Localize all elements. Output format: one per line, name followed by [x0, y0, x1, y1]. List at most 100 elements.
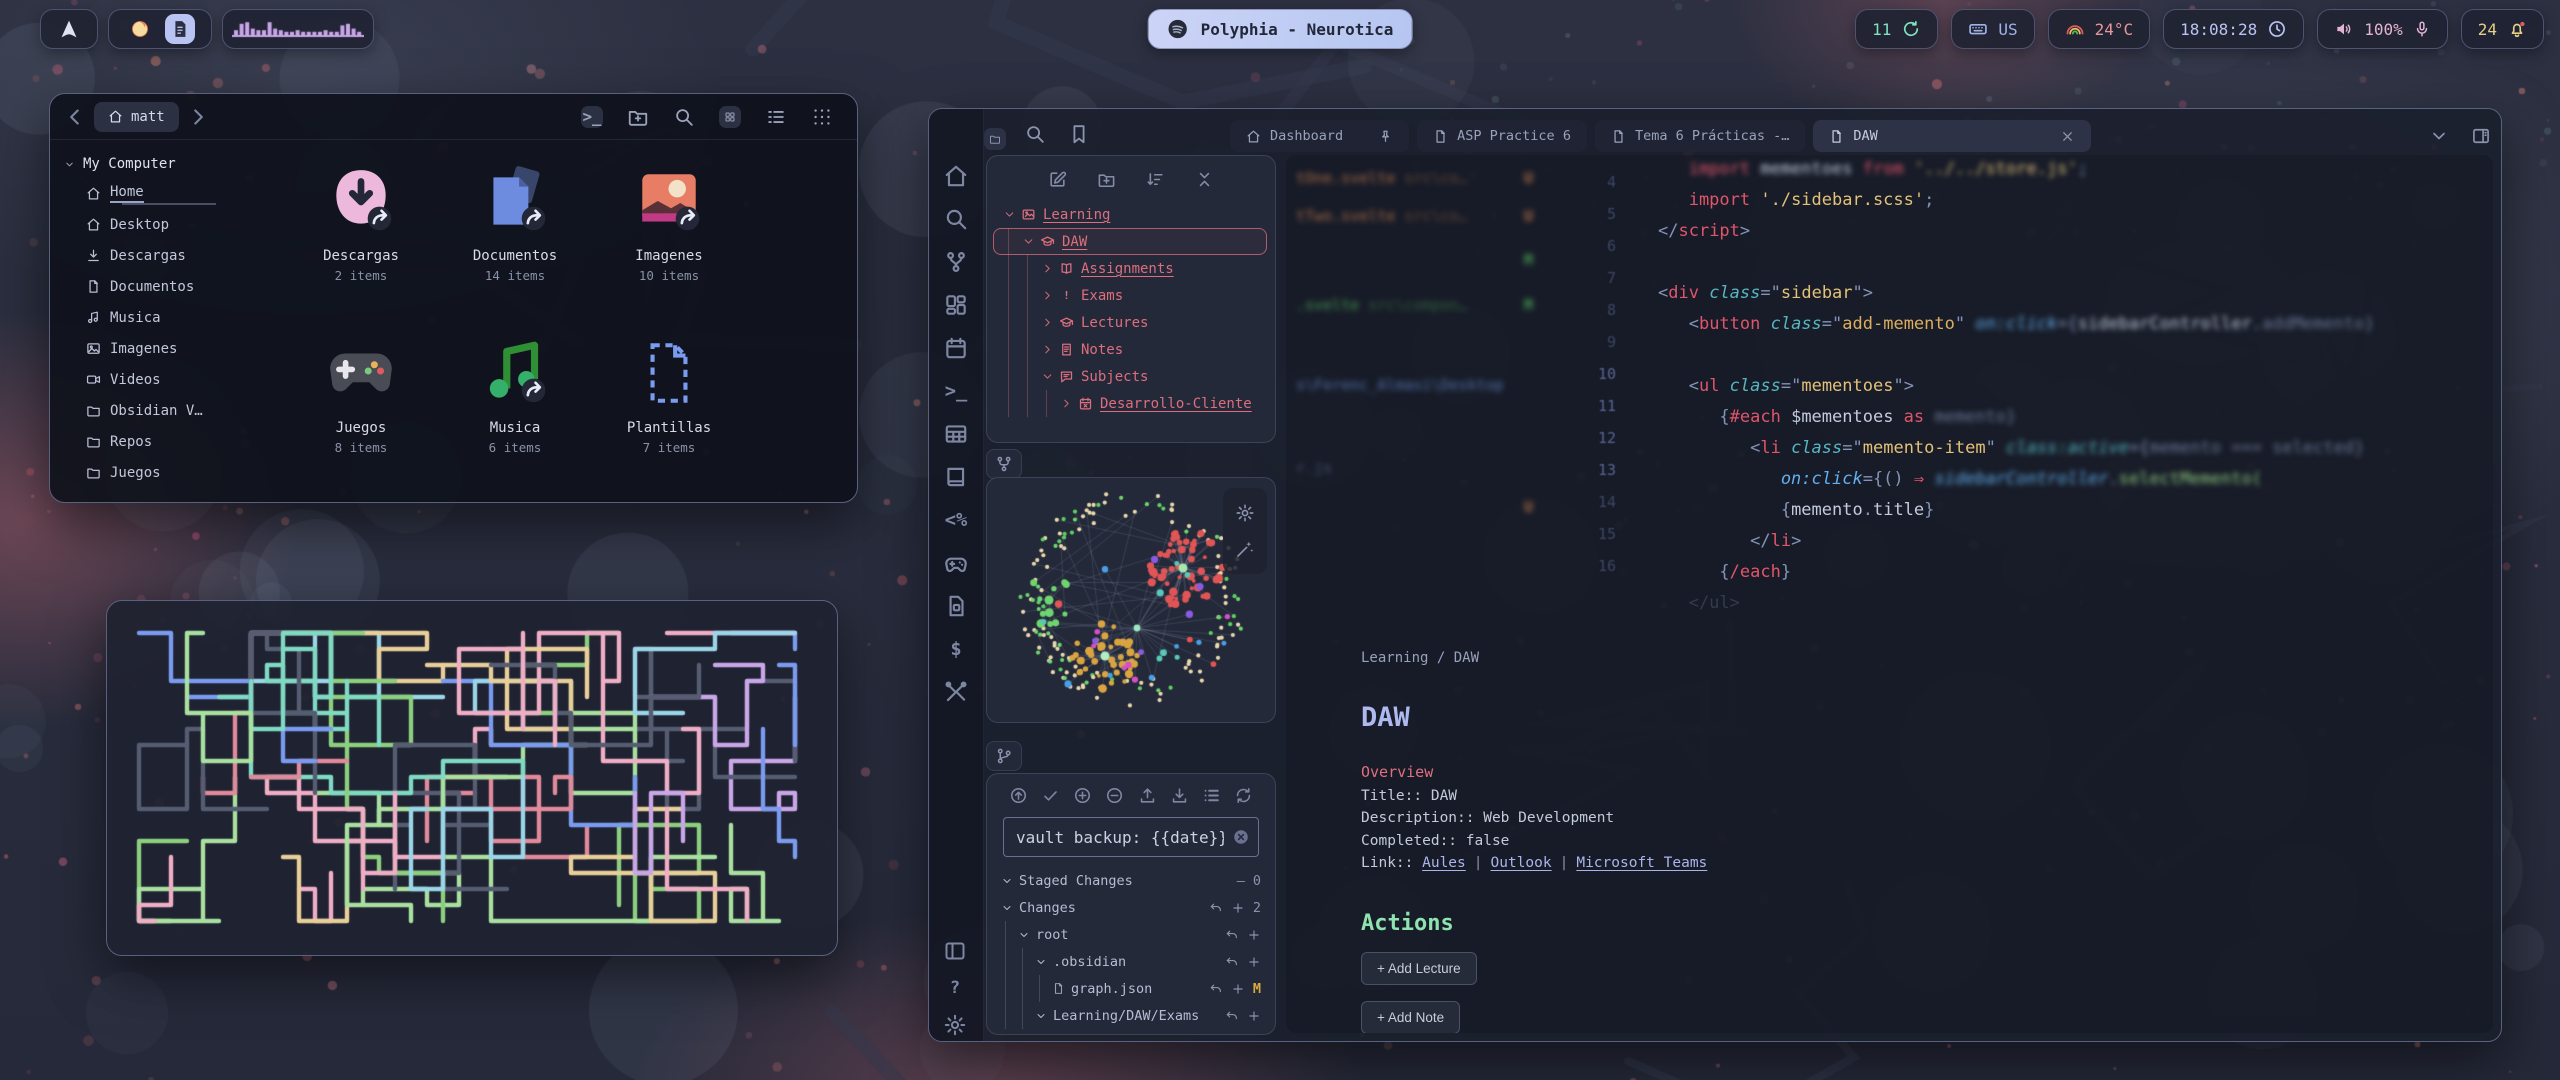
folder-videos[interactable]: Videos4 items: [438, 494, 592, 503]
tray-notifications[interactable]: 24: [2461, 9, 2544, 49]
now-playing-widget[interactable]: Polyphia - Neurotica: [1148, 9, 1413, 49]
commit-message-input[interactable]: [1003, 817, 1259, 857]
workspace-1[interactable]: [125, 14, 155, 44]
note-breadcrumb[interactable]: Learning / DAW: [1361, 650, 2261, 666]
list-view-icon[interactable]: [765, 106, 787, 128]
folder-plus-icon[interactable]: [627, 106, 649, 128]
git-row-learning-daw-exams[interactable]: Learning/DAW/Exams: [987, 1002, 1275, 1029]
toggle-right-sidebar-icon[interactable]: [2471, 126, 2491, 146]
tree-item-assignments[interactable]: Assignments: [987, 255, 1275, 282]
search-icon[interactable]: [943, 206, 969, 232]
tab-dashboard[interactable]: Dashboard: [1230, 120, 1409, 152]
tab-close-icon[interactable]: [2060, 129, 2075, 144]
tree-item-lectures[interactable]: Lectures: [987, 309, 1275, 336]
folder-documentos[interactable]: Documentos14 items: [438, 150, 592, 322]
tray-updates[interactable]: 11: [1855, 9, 1938, 49]
back-icon[interactable]: [62, 104, 88, 130]
undo-icon[interactable]: [1209, 901, 1223, 915]
tree-item-exams[interactable]: !Exams: [987, 282, 1275, 309]
tree-item-daw[interactable]: DAW: [987, 228, 1275, 255]
note-link-aules[interactable]: Aules: [1422, 855, 1466, 871]
plus-circle-icon[interactable]: [1073, 786, 1092, 805]
table-icon[interactable]: [943, 421, 969, 447]
add-note-button[interactable]: + Add Note: [1361, 1001, 1460, 1033]
workspace-2[interactable]: [165, 14, 195, 44]
plus-icon[interactable]: [1247, 955, 1261, 969]
folder-repos[interactable]: Repos6 items: [284, 494, 438, 503]
sidebar-item-documentos[interactable]: Documentos: [64, 271, 228, 302]
undo-icon[interactable]: [1209, 982, 1223, 996]
minus-circle-icon[interactable]: [1105, 786, 1124, 805]
launcher-button[interactable]: [40, 9, 98, 49]
note-link-microsoft-teams[interactable]: Microsoft Teams: [1576, 855, 1707, 871]
tab-tema-6-pr-cticas-[interactable]: Tema 6 Prácticas -…: [1595, 120, 1805, 152]
sidebar-item-videos[interactable]: Videos: [64, 364, 228, 395]
folder-juegos[interactable]: Juegos8 items: [284, 322, 438, 494]
sidebar-item-desktop[interactable]: Desktop: [64, 209, 228, 240]
git-row-root[interactable]: root: [987, 921, 1275, 948]
folder-descargas[interactable]: Descargas2 items: [284, 150, 438, 322]
git-row-staged-changes[interactable]: Staged Changes—0: [987, 867, 1275, 894]
forward-icon[interactable]: [185, 104, 211, 130]
discard-icon[interactable]: —: [1237, 873, 1245, 889]
graph-collapse-chip[interactable]: [986, 449, 1022, 479]
tray-keyboard-layout[interactable]: US: [1951, 9, 2034, 49]
folder-plantillas[interactable]: Plantillas7 items: [592, 322, 746, 494]
list-icon[interactable]: [1202, 786, 1221, 805]
commit-push-icon[interactable]: [1009, 786, 1028, 805]
file-dice-icon[interactable]: [943, 593, 969, 619]
search-icon[interactable]: [1024, 123, 1046, 145]
tree-item-desarrollo-cliente[interactable]: Desarrollo-Cliente: [987, 390, 1275, 417]
code-template-icon[interactable]: <%: [943, 507, 969, 533]
tray-audio[interactable]: 100%: [2317, 9, 2448, 49]
tray-clock[interactable]: 18:08:28: [2163, 9, 2304, 49]
new-folder-icon[interactable]: [1097, 170, 1116, 189]
tab-daw[interactable]: DAW: [1813, 120, 2091, 152]
dollar-icon[interactable]: $: [943, 636, 969, 662]
chevron-down-icon[interactable]: [2429, 126, 2449, 146]
sidebar-item-musica[interactable]: Musica: [64, 302, 228, 333]
sidebar-root[interactable]: My Computer: [64, 150, 228, 178]
tools-icon[interactable]: [943, 679, 969, 705]
undo-icon[interactable]: [1225, 928, 1239, 942]
plus-icon[interactable]: [1247, 1009, 1261, 1023]
terminal-icon[interactable]: >_: [943, 378, 969, 404]
book-icon[interactable]: [943, 464, 969, 490]
settings-icon[interactable]: [1235, 503, 1255, 523]
note-link-outlook[interactable]: Outlook: [1491, 855, 1552, 871]
tree-item-subjects[interactable]: Subjects: [987, 363, 1275, 390]
collapse-icon[interactable]: [1195, 170, 1214, 189]
tray-weather[interactable]: 24°C: [2048, 9, 2151, 49]
terminal-icon[interactable]: >_: [581, 106, 603, 128]
git-row-graph.json[interactable]: graph.jsonM: [987, 975, 1275, 1002]
add-lecture-button[interactable]: + Add Lecture: [1361, 952, 1477, 985]
pull-icon[interactable]: [1170, 786, 1189, 805]
calendar-icon[interactable]: [943, 335, 969, 361]
sidebar-item-obsidianv[interactable]: Obsidian V…: [64, 395, 228, 426]
tree-item-notes[interactable]: Notes: [987, 336, 1275, 363]
sidebar-item-home[interactable]: Home: [64, 178, 228, 209]
sidebar-item-descargas[interactable]: Descargas: [64, 240, 228, 271]
breadcrumb[interactable]: matt: [94, 102, 179, 132]
tab-asp-practice-6[interactable]: ASP Practice 6: [1417, 120, 1587, 152]
git-row-.obsidian[interactable]: .obsidian: [987, 948, 1275, 975]
plus-icon[interactable]: [1231, 901, 1245, 915]
new-note-icon[interactable]: [1048, 170, 1067, 189]
plus-icon[interactable]: [1231, 982, 1245, 996]
gamepad-icon[interactable]: [943, 550, 969, 576]
push-icon[interactable]: [1138, 786, 1157, 805]
git-graph-icon[interactable]: [943, 249, 969, 275]
refresh-icon[interactable]: [1234, 786, 1253, 805]
undo-icon[interactable]: [1225, 955, 1239, 969]
panel-left-icon[interactable]: [943, 939, 967, 963]
git-collapse-chip[interactable]: [986, 741, 1022, 771]
folder-icon[interactable]: [984, 128, 1006, 150]
menu-grid-icon[interactable]: [811, 106, 833, 128]
sidebar-item-repos[interactable]: Repos: [64, 426, 228, 457]
home-icon[interactable]: [943, 163, 969, 189]
bookmark-icon[interactable]: [1068, 123, 1090, 145]
search-icon[interactable]: [673, 106, 695, 128]
layout-dashboard-icon[interactable]: [943, 292, 969, 318]
check-icon[interactable]: [1041, 786, 1060, 805]
git-row-changes[interactable]: Changes2: [987, 894, 1275, 921]
